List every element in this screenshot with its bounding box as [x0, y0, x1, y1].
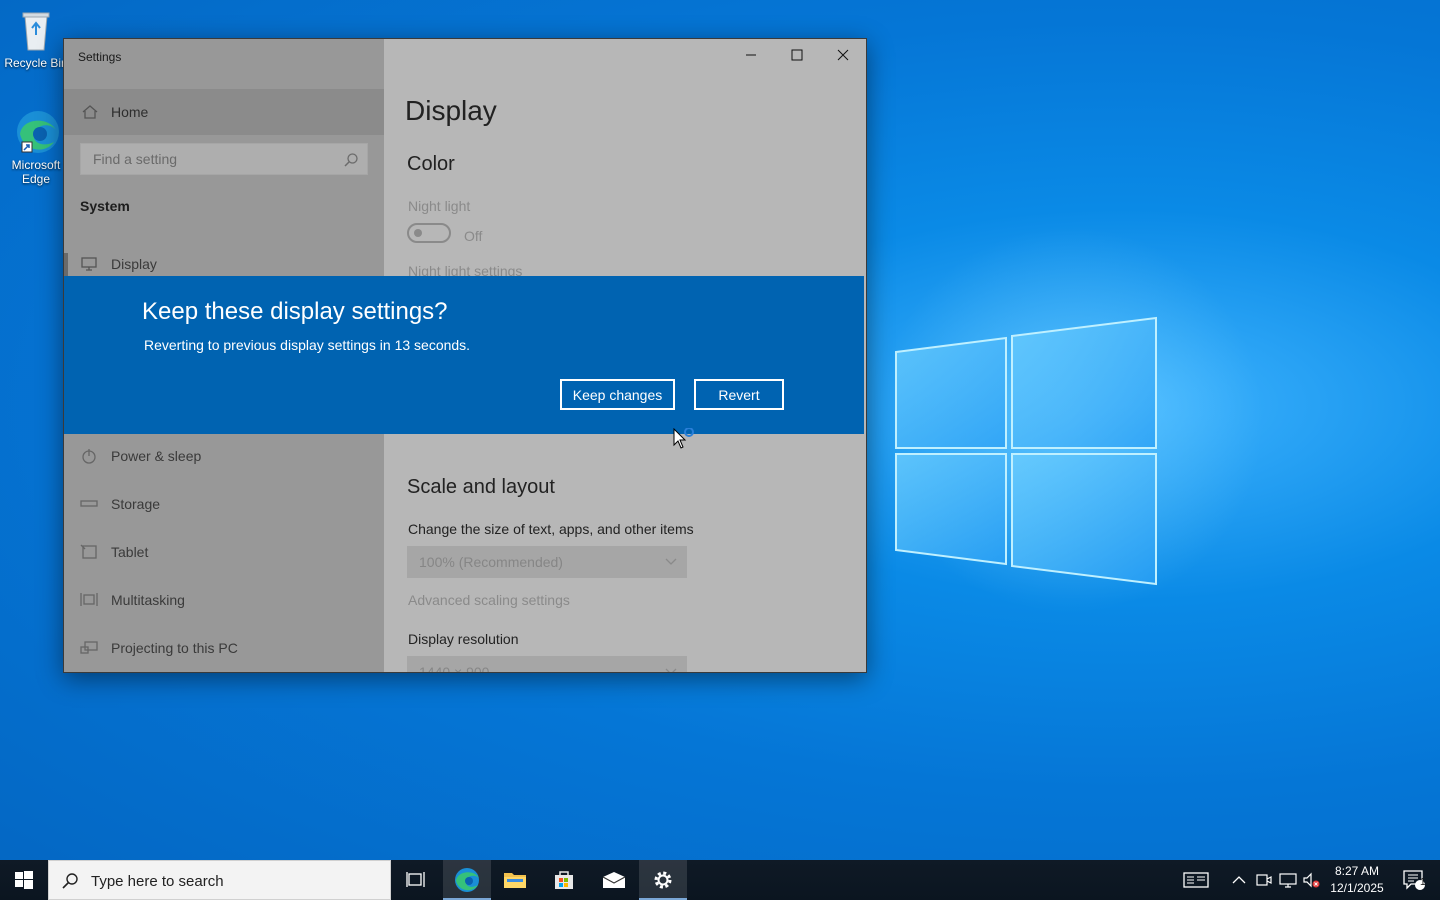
chevron-down-icon: [665, 558, 677, 565]
sidebar-item-multitasking[interactable]: Multitasking: [64, 581, 384, 621]
scale-layout-heading: Scale and layout: [407, 476, 555, 498]
taskbar-store-button[interactable]: [540, 860, 588, 900]
store-icon: [555, 871, 573, 889]
storage-icon: [80, 500, 98, 507]
sidebar-item-label: Storage: [111, 496, 161, 512]
sidebar-item-label: Tablet: [111, 544, 149, 560]
advanced-scaling-link[interactable]: Advanced scaling settings: [408, 592, 570, 608]
taskbar-settings-button[interactable]: [639, 860, 687, 900]
keep-settings-dialog: Keep these display settings? Reverting t…: [64, 276, 864, 434]
sidebar-item-label: Projecting to this PC: [111, 640, 238, 656]
dialog-message: Reverting to previous display settings i…: [144, 337, 471, 353]
start-button[interactable]: [0, 860, 48, 900]
sidebar-section-system: System: [80, 198, 130, 214]
windows-wallpaper-logo: [895, 316, 1157, 586]
search-icon: [344, 153, 358, 167]
chevron-up-icon[interactable]: [1230, 871, 1248, 889]
dialog-title: Keep these display settings?: [142, 298, 448, 325]
sidebar-item-label: Display: [111, 256, 157, 272]
windows-start-icon: [15, 871, 33, 889]
close-icon: [837, 49, 849, 61]
resolution-value: 1440 × 900: [419, 664, 490, 673]
clock-time: 8:27 AM: [1334, 864, 1380, 878]
desktop-icon-edge[interactable]: Microsoft Edge: [4, 108, 68, 186]
tablet-icon: [80, 544, 97, 559]
resolution-label: Display resolution: [408, 631, 519, 647]
taskbar-clock[interactable]: 8:27 AM 12/1/2025: [1326, 863, 1388, 897]
home-icon: [82, 105, 98, 119]
scale-value: 100% (Recommended): [419, 554, 563, 570]
taskbar-search-input[interactable]: [89, 872, 383, 891]
page-title: Display: [405, 95, 497, 126]
network-icon[interactable]: [1279, 871, 1297, 889]
desktop-icon-recycle-bin[interactable]: Recycle Bin: [4, 6, 68, 70]
multitasking-icon: [80, 593, 98, 606]
task-view-button[interactable]: [392, 860, 440, 900]
edge-icon: [12, 108, 60, 156]
taskbar-file-explorer-button[interactable]: [491, 860, 539, 900]
sidebar-item-projecting[interactable]: Projecting to this PC: [64, 629, 384, 669]
action-center-button[interactable]: 1: [1390, 860, 1438, 900]
taskbar-search-box[interactable]: [48, 860, 391, 900]
taskbar: 8:27 AM 12/1/2025 1: [0, 860, 1440, 900]
busy-cursor-icon: [673, 428, 694, 449]
night-light-toggle[interactable]: [407, 223, 451, 243]
taskbar-mail-button[interactable]: [590, 860, 638, 900]
power-icon: [82, 449, 96, 464]
scale-dropdown[interactable]: 100% (Recommended): [407, 546, 687, 578]
mail-icon: [602, 872, 626, 888]
sidebar-item-tablet[interactable]: Tablet: [64, 533, 384, 573]
desktop-icon-label: Recycle Bin: [4, 56, 68, 70]
keep-changes-button[interactable]: Keep changes: [560, 379, 675, 410]
close-button[interactable]: [820, 39, 866, 71]
taskbar-edge-button[interactable]: [443, 860, 491, 900]
folder-icon: [504, 873, 526, 888]
maximize-button[interactable]: [774, 39, 820, 71]
edge-icon: [455, 868, 479, 892]
resolution-dropdown[interactable]: 1440 × 900: [407, 656, 687, 673]
window-title: Settings: [78, 50, 122, 64]
notification-count-badge: 1: [1420, 877, 1426, 888]
minimize-button[interactable]: [728, 39, 774, 71]
minimize-icon: [746, 54, 756, 56]
revert-button[interactable]: Revert: [694, 379, 784, 410]
chevron-down-icon: [665, 668, 677, 672]
sidebar-item-label: Multitasking: [111, 592, 185, 608]
find-setting-box[interactable]: [80, 143, 368, 175]
sidebar-home-label: Home: [111, 104, 149, 120]
find-setting-input[interactable]: [91, 150, 335, 168]
sidebar-item-label: Power & sleep: [111, 448, 202, 464]
night-light-state: Off: [464, 228, 483, 244]
night-light-label: Night light: [408, 198, 471, 214]
desktop-icon-label: Microsoft Edge: [11, 158, 61, 186]
sidebar-home[interactable]: Home: [64, 89, 384, 135]
task-view-icon: [406, 872, 425, 887]
recycle-bin-icon: [12, 6, 60, 54]
monitor-icon: [81, 257, 97, 271]
maximize-icon: [791, 49, 803, 61]
sidebar-item-power-sleep[interactable]: Power & sleep: [64, 437, 384, 477]
search-icon: [62, 873, 78, 889]
gear-icon: [654, 871, 672, 889]
color-heading: Color: [407, 153, 455, 175]
keyboard-layout-icon[interactable]: [1183, 871, 1209, 889]
projecting-icon: [80, 641, 98, 654]
scale-label: Change the size of text, apps, and other…: [408, 521, 694, 537]
clock-date: 12/1/2025: [1330, 881, 1384, 895]
meet-now-icon[interactable]: [1255, 871, 1273, 889]
sidebar-item-storage[interactable]: Storage: [64, 485, 384, 525]
volume-muted-icon[interactable]: [1302, 871, 1320, 889]
